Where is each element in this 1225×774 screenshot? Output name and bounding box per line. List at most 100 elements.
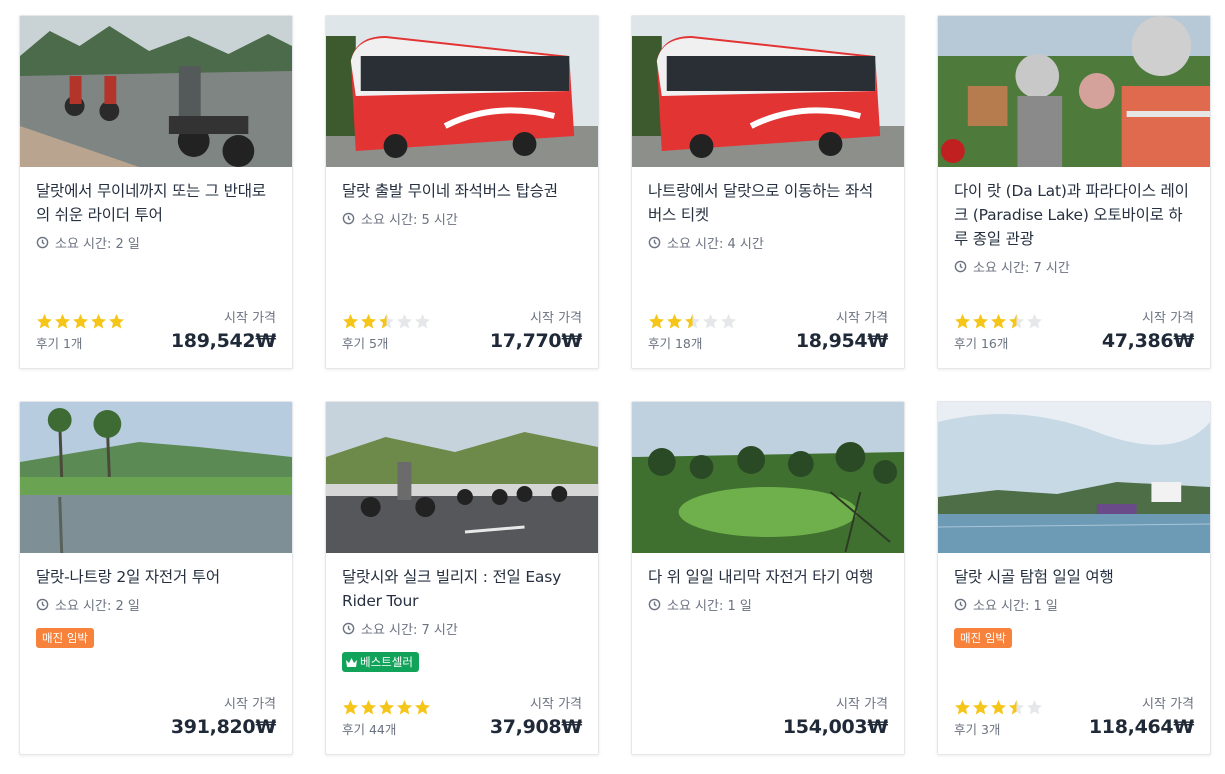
- price: 37,908₩: [489, 716, 582, 738]
- review-count[interactable]: 후기 3개: [954, 719, 1043, 738]
- tour-image-motorcycle-riders[interactable]: [20, 16, 292, 167]
- star-icon: [55, 313, 70, 328]
- clock-icon: [648, 236, 661, 249]
- tour-title[interactable]: 달랏시와 실크 빌리지 : 전일 Easy Rider Tour: [342, 565, 582, 613]
- tour-card[interactable]: 다이 랏 (Da Lat)과 파라다이스 레이크 (Paradise Lake)…: [937, 15, 1211, 369]
- price-box: 시작 가격 154,003₩: [783, 693, 888, 738]
- tour-title[interactable]: 달랏 시골 탐험 일일 여행: [954, 565, 1194, 589]
- tour-image-motorcycles-hills[interactable]: [326, 402, 598, 553]
- bestseller-text: 베스트셀러: [360, 655, 413, 669]
- duration-text: 소요 시간: 5 시간: [361, 213, 458, 228]
- rating: 후기 1개: [36, 312, 125, 352]
- tour-duration: 소요 시간: 4 시간: [648, 233, 888, 252]
- duration-text: 소요 시간: 2 일: [55, 237, 140, 252]
- star-icon: [379, 313, 394, 328]
- price: 154,003₩: [782, 716, 888, 738]
- tour-image-pine-golf[interactable]: [632, 402, 904, 553]
- tour-card[interactable]: 달랏 시골 탐험 일일 여행 소요 시간: 1 일 매진 임박 후기 3개 시작…: [937, 401, 1211, 755]
- clock-icon: [954, 598, 967, 611]
- star-icon: [685, 313, 700, 328]
- star-icon: [415, 699, 430, 714]
- star-icon: [397, 699, 412, 714]
- star-icon: [991, 699, 1006, 714]
- star-icon: [973, 313, 988, 328]
- price-label: 시작 가격: [530, 697, 582, 712]
- tour-title[interactable]: 나트랑에서 달랏으로 이동하는 좌석 버스 티켓: [648, 179, 888, 227]
- tour-title[interactable]: 달랏-나트랑 2일 자전거 투어: [36, 565, 276, 589]
- tour-image-red-bus[interactable]: [632, 16, 904, 167]
- star-rating: [36, 312, 125, 330]
- star-icon: [37, 313, 52, 328]
- tour-image-city-lake[interactable]: [938, 402, 1210, 553]
- tour-card[interactable]: 달랏시와 실크 빌리지 : 전일 Easy Rider Tour 소요 시간: …: [325, 401, 599, 755]
- rating: 후기 44개: [342, 698, 431, 738]
- star-icon: [1009, 313, 1024, 328]
- star-icon: [361, 313, 376, 328]
- rating: 후기 18개: [648, 312, 737, 352]
- star-rating: [954, 312, 1043, 330]
- tour-duration: 소요 시간: 2 일: [36, 233, 276, 252]
- star-icon: [1027, 313, 1042, 328]
- rating: 후기 3개: [954, 698, 1043, 738]
- price: 47,386₩: [1101, 330, 1194, 352]
- badge-wrap: 베스트셀러: [342, 638, 582, 672]
- star-rating: [648, 312, 737, 330]
- price: 17,770₩: [489, 330, 582, 352]
- clock-icon: [342, 212, 355, 225]
- star-icon: [973, 699, 988, 714]
- star-icon: [721, 313, 736, 328]
- price: 391,820₩: [170, 716, 276, 738]
- price-box: 시작 가격 189,542₩: [171, 307, 276, 352]
- star-icon: [991, 313, 1006, 328]
- card-footer: 후기 18개 시작 가격 18,954₩: [648, 308, 888, 352]
- tour-card[interactable]: 나트랑에서 달랏으로 이동하는 좌석 버스 티켓 소요 시간: 4 시간 후기 …: [631, 15, 905, 369]
- star-icon: [649, 313, 664, 328]
- tour-card[interactable]: 달랏 출발 무이네 좌석버스 탑승권 소요 시간: 5 시간 후기 5개 시작 …: [325, 15, 599, 369]
- duration-text: 소요 시간: 7 시간: [361, 623, 458, 638]
- clock-icon: [954, 260, 967, 273]
- selling-out-badge: 매진 임박: [954, 628, 1012, 648]
- star-rating: [954, 698, 1043, 716]
- star-icon: [703, 313, 718, 328]
- star-icon: [1009, 699, 1024, 714]
- tour-image-lake-palms[interactable]: [20, 402, 292, 553]
- card-footer: 후기 1개 시작 가격 189,542₩: [36, 308, 276, 352]
- clock-icon: [36, 236, 49, 249]
- tour-image-red-bus[interactable]: [326, 16, 598, 167]
- duration-text: 소요 시간: 2 일: [55, 599, 140, 614]
- card-footer: 후기 16개 시작 가격 47,386₩: [954, 308, 1194, 352]
- selling-out-badge: 매진 임박: [36, 628, 94, 648]
- bestseller-badge: 베스트셀러: [342, 652, 419, 672]
- tour-duration: 소요 시간: 5 시간: [342, 209, 582, 228]
- tour-duration: 소요 시간: 2 일: [36, 595, 276, 614]
- review-count[interactable]: 후기 5개: [342, 333, 431, 352]
- star-icon: [91, 313, 106, 328]
- price-box: 시작 가격 118,464₩: [1089, 693, 1194, 738]
- review-count[interactable]: 후기 16개: [954, 333, 1043, 352]
- tour-title[interactable]: 다 위 일일 내리막 자전거 타기 여행: [648, 565, 888, 589]
- card-footer: 후기 3개 시작 가격 118,464₩: [954, 694, 1194, 738]
- tour-title[interactable]: 달랏 출발 무이네 좌석버스 탑승권: [342, 179, 582, 203]
- tour-image-helmet-selfie[interactable]: [938, 16, 1210, 167]
- star-icon: [667, 313, 682, 328]
- star-icon: [109, 313, 124, 328]
- tour-title[interactable]: 달랏에서 무이네까지 또는 그 반대로의 쉬운 라이더 투어: [36, 179, 276, 227]
- badge-wrap: 매진 임박: [954, 614, 1194, 648]
- tour-card[interactable]: 다 위 일일 내리막 자전거 타기 여행 소요 시간: 1 일 시작 가격 15…: [631, 401, 905, 755]
- price: 118,464₩: [1088, 716, 1194, 738]
- tour-card[interactable]: 달랏에서 무이네까지 또는 그 반대로의 쉬운 라이더 투어 소요 시간: 2 …: [19, 15, 293, 369]
- price-label: 시작 가격: [224, 697, 276, 712]
- clock-icon: [36, 598, 49, 611]
- review-count[interactable]: 후기 18개: [648, 333, 737, 352]
- card-footer: 후기 44개 시작 가격 37,908₩: [342, 694, 582, 738]
- duration-text: 소요 시간: 1 일: [973, 599, 1058, 614]
- review-count[interactable]: 후기 44개: [342, 719, 431, 738]
- review-count[interactable]: 후기 1개: [36, 333, 125, 352]
- star-icon: [73, 313, 88, 328]
- duration-text: 소요 시간: 7 시간: [973, 261, 1070, 276]
- price-box: 시작 가격 47,386₩: [1102, 307, 1194, 352]
- tour-card[interactable]: 달랏-나트랑 2일 자전거 투어 소요 시간: 2 일 매진 임박 시작 가격 …: [19, 401, 293, 755]
- tour-duration: 소요 시간: 7 시간: [954, 257, 1194, 276]
- tour-title[interactable]: 다이 랏 (Da Lat)과 파라다이스 레이크 (Paradise Lake)…: [954, 179, 1194, 251]
- clock-icon: [648, 598, 661, 611]
